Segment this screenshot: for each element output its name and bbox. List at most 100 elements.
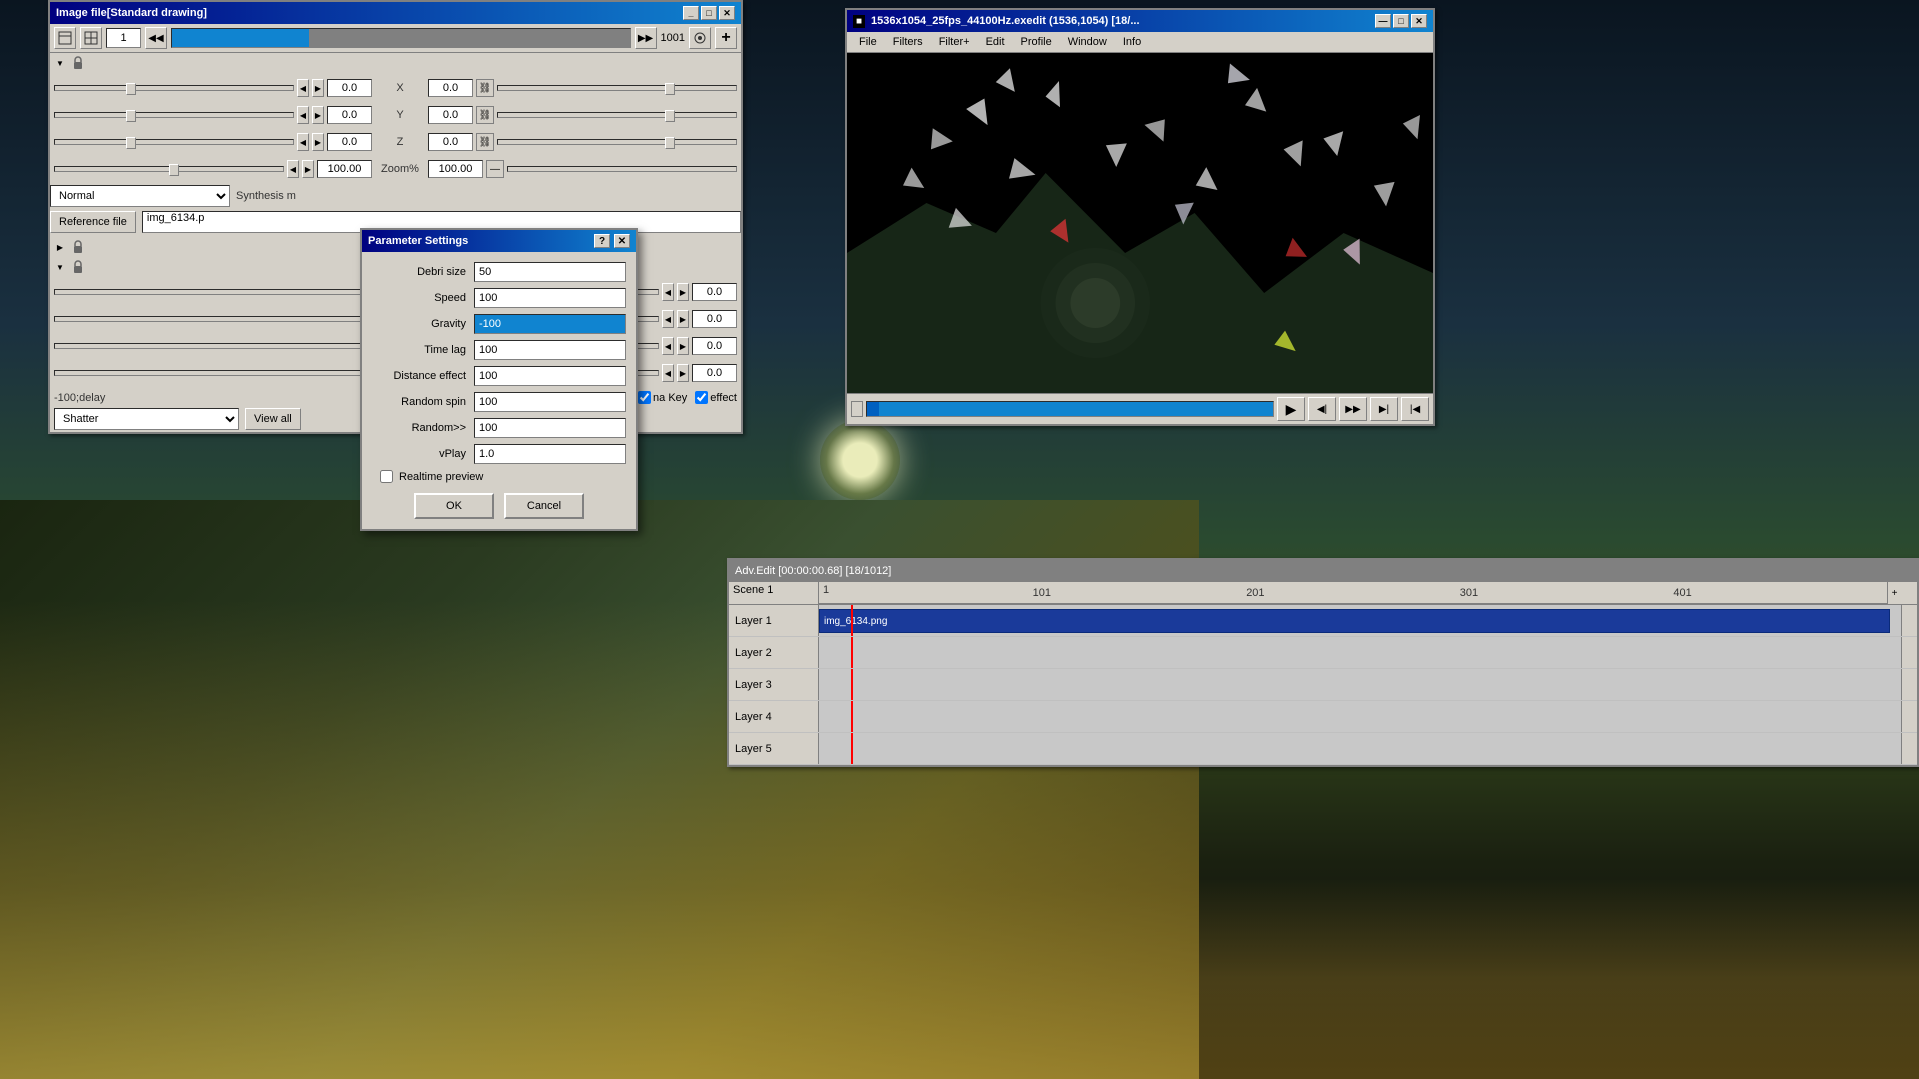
y-inc-button[interactable]: ▶ [312,106,324,124]
y-dec-button[interactable]: ◀ [297,106,309,124]
gravity-input[interactable] [474,314,626,334]
realtime-preview-checkbox[interactable] [380,470,393,483]
grid-icon[interactable] [80,27,102,49]
blend-mode-select[interactable]: Normal [50,185,230,207]
layer-2-content[interactable] [819,637,1901,668]
pc-value-input[interactable] [692,337,737,355]
pb-value-input[interactable] [692,310,737,328]
lock-icon-3[interactable] [70,259,86,275]
vplay-input[interactable] [474,444,626,464]
next-frame-button[interactable]: ▶▶ [635,27,657,49]
x-dec-button[interactable]: ◀ [297,79,309,97]
y-value-right-input[interactable] [428,106,473,124]
expand-icon-1[interactable]: ▼ [54,57,66,69]
layer-3-content[interactable] [819,669,1901,700]
prev-button[interactable]: ◀| [1308,397,1336,421]
z-chain-button[interactable]: ⛓ [476,133,494,151]
pd-inc-button[interactable]: ▶ [677,364,689,382]
timeline-ruler: 1 101 201 301 401 [819,582,1887,604]
x-value-right-input[interactable] [428,79,473,97]
menu-window[interactable]: Window [1060,34,1115,50]
settings-icon[interactable] [54,27,76,49]
ok-button[interactable]: OK [414,493,494,519]
layer-4-content[interactable] [819,701,1901,732]
minimize-button[interactable]: _ [683,6,699,20]
view-all-button[interactable]: View all [245,408,301,430]
z-dec-button[interactable]: ◀ [297,133,309,151]
z-value-input[interactable] [327,133,372,151]
shatter-select[interactable]: Shatter [54,408,239,430]
timeline-scrubber[interactable] [171,28,631,48]
scrollbar-corner [1901,582,1917,604]
debri-size-input[interactable] [474,262,626,282]
distance-effect-dialog-label: Distance effect [372,370,466,382]
layer-1-content[interactable]: img_6134.png [819,605,1901,636]
z-inc-button[interactable]: ▶ [312,133,324,151]
pc-inc-button[interactable]: ▶ [677,337,689,355]
x-chain-button[interactable]: ⛓ [476,79,494,97]
speed-input[interactable] [474,288,626,308]
menu-filterplus[interactable]: Filter+ [931,34,978,50]
expand-icon-2[interactable]: ▶ [54,241,66,253]
zoom-dec-button[interactable]: ◀ [287,160,299,178]
time-lag-input[interactable] [474,340,626,360]
lock-icon-2[interactable] [70,239,86,255]
prev-frame-button[interactable]: ◀◀ [145,27,167,49]
video-menubar: File Filters Filter+ Edit Profile Window… [847,32,1433,53]
layer-1-clip[interactable]: img_6134.png [819,609,1890,633]
next-button[interactable]: ▶▶ [1339,397,1367,421]
video-titlebar: ■ 1536x1054_25fps_44100Hz.exedit (1536,1… [847,10,1433,32]
layer-1-label: Layer 1 [729,605,819,636]
playbar-track[interactable] [866,401,1274,417]
pd-value-input[interactable] [692,364,737,382]
chroma-key-checkbox[interactable] [638,391,651,404]
play-button[interactable]: ▶ [1277,397,1305,421]
layer-5-content[interactable] [819,733,1901,764]
panel-title: Image file[Standard drawing] [56,7,207,19]
maximize-button[interactable]: □ [701,6,717,20]
menu-filters[interactable]: Filters [885,34,931,50]
menu-edit[interactable]: Edit [978,34,1013,50]
distance-effect-input[interactable] [474,366,626,386]
dialog-help-button[interactable]: ? [594,234,610,248]
dialog-close-button[interactable]: ✕ [614,234,630,248]
add-scene-button[interactable]: + [1887,582,1901,604]
expand-icon-3[interactable]: ▼ [54,261,66,273]
pc-dec-button[interactable]: ◀ [662,337,674,355]
playbar-marker[interactable] [851,401,863,417]
zoom-chain-button[interactable]: — [486,160,504,178]
zoom-value-input[interactable] [317,160,372,178]
menu-file[interactable]: File [851,34,885,50]
reference-file-button[interactable]: Reference file [50,211,136,233]
random-input[interactable] [474,418,626,438]
video-close-button[interactable]: ✕ [1411,14,1427,28]
add-button[interactable]: + [715,27,737,49]
frame-start-input[interactable]: 1 [106,28,141,48]
zoom-value-right-input[interactable] [428,160,483,178]
begin-button[interactable]: |◀ [1401,397,1429,421]
pb-dec-button[interactable]: ◀ [662,310,674,328]
cancel-button[interactable]: Cancel [504,493,584,519]
y-chain-button[interactable]: ⛓ [476,106,494,124]
pa-inc-button[interactable]: ▶ [677,283,689,301]
pd-dec-button[interactable]: ◀ [662,364,674,382]
z-value-right-input[interactable] [428,133,473,151]
y-value-input[interactable] [327,106,372,124]
parameter-settings-dialog: Parameter Settings ? ✕ Debri size Speed … [360,228,638,531]
x-value-input[interactable] [327,79,372,97]
random-spin-input[interactable] [474,392,626,412]
pb-inc-button[interactable]: ▶ [677,310,689,328]
pa-value-input[interactable] [692,283,737,301]
distance-effect-checkbox[interactable] [695,391,708,404]
end-button[interactable]: ▶| [1370,397,1398,421]
menu-info[interactable]: Info [1115,34,1149,50]
zoom-inc-button[interactable]: ▶ [302,160,314,178]
lock-icon-1[interactable] [70,55,86,71]
x-inc-button[interactable]: ▶ [312,79,324,97]
menu-profile[interactable]: Profile [1013,34,1060,50]
video-minimize-button[interactable]: — [1375,14,1391,28]
pa-dec-button[interactable]: ◀ [662,283,674,301]
camera-icon[interactable] [689,27,711,49]
video-restore-button[interactable]: □ [1393,14,1409,28]
close-button[interactable]: ✕ [719,6,735,20]
